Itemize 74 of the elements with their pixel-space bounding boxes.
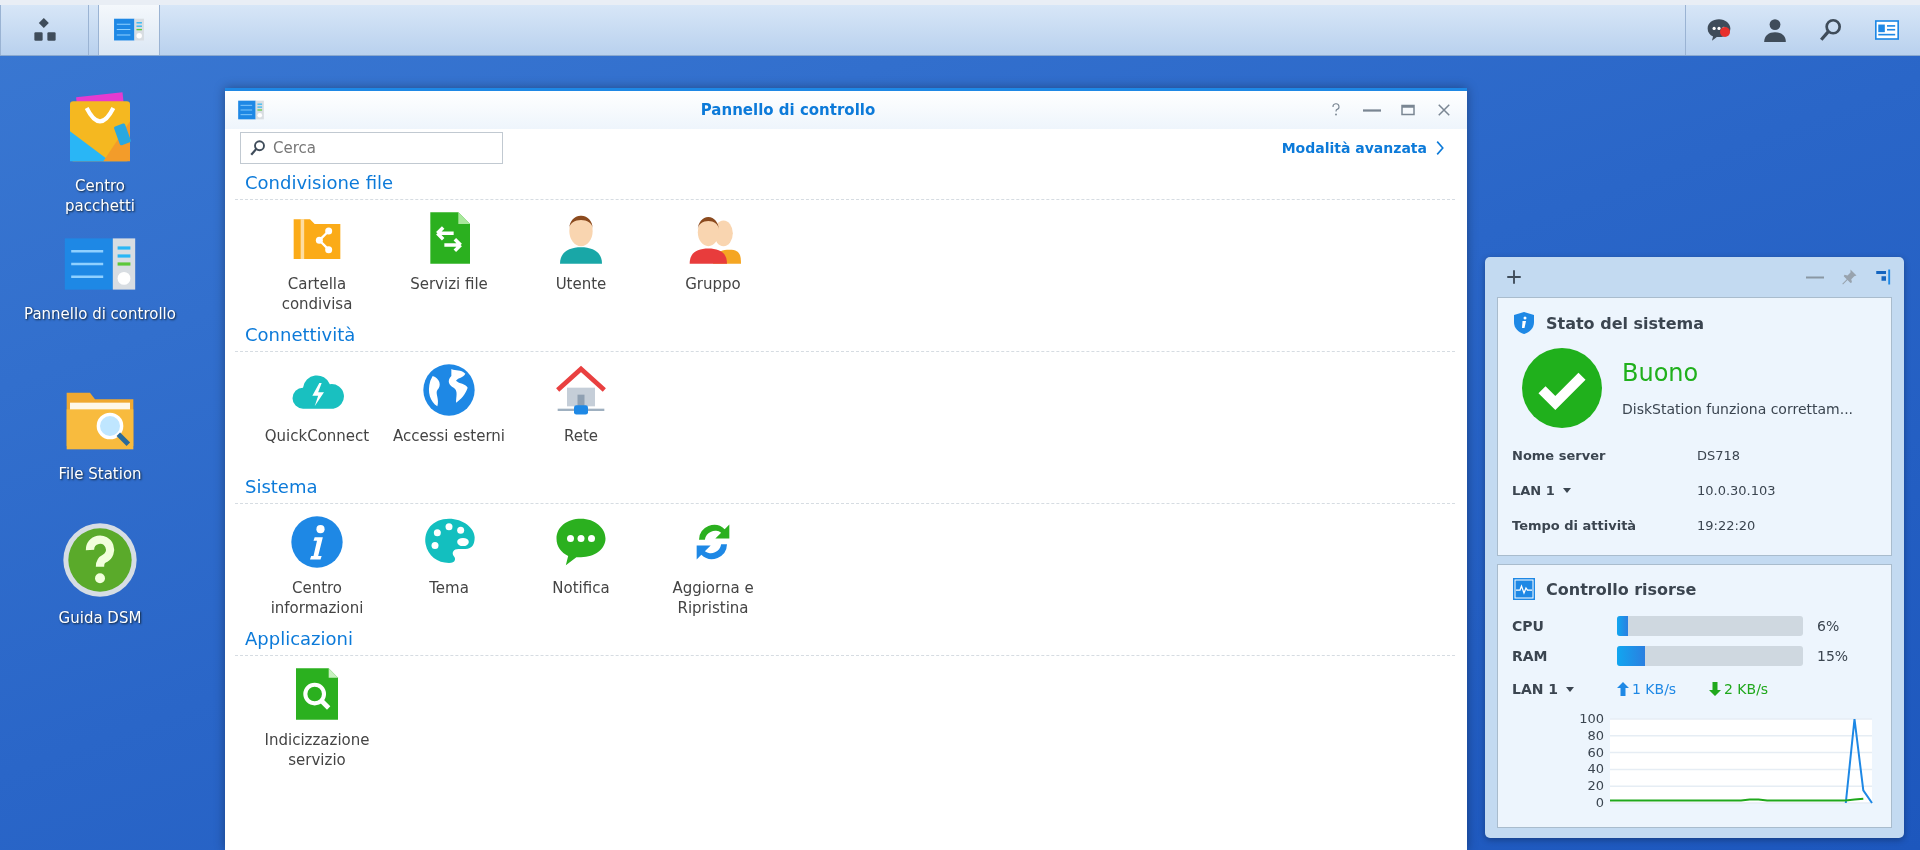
section-heading: Applicazioni	[235, 620, 1455, 656]
interface-dropdown[interactable]: LAN 1	[1512, 681, 1617, 697]
search-icon	[249, 139, 267, 157]
taskbar-app-button[interactable]	[98, 5, 160, 55]
info-icon	[289, 514, 345, 570]
section-heading: Condivisione file	[235, 164, 1455, 200]
desktop-shortcut[interactable]: Centro pacchetti	[0, 88, 200, 232]
health-status: Buono	[1622, 359, 1700, 387]
caret-down-icon	[1562, 488, 1571, 493]
info-label: Tempo di attività	[1512, 518, 1638, 533]
info-label: Nome server	[1512, 448, 1607, 463]
person-icon	[1762, 17, 1788, 43]
pin-icon	[1840, 268, 1858, 286]
desktop-shortcut[interactable]: Pannello di controllo	[0, 232, 200, 376]
search-icon	[1818, 17, 1844, 43]
id-card-icon	[1873, 18, 1901, 42]
advanced-mode-link[interactable]: Modalità avanzata	[1281, 140, 1445, 156]
desktop-shortcut[interactable]: Guida DSM	[0, 520, 200, 664]
pulse-monitor-icon	[1512, 577, 1536, 601]
minimize-button[interactable]	[1806, 275, 1824, 279]
control-panel-item[interactable]: Utente	[515, 210, 647, 316]
info-value: 19:22:20	[1697, 518, 1757, 533]
minimize-icon	[1363, 108, 1381, 112]
widget-title: Controllo risorse	[1546, 579, 1697, 599]
axis-label: 20	[1587, 778, 1604, 794]
widget-title: Stato del sistema	[1546, 313, 1705, 333]
info-value: DS718	[1697, 448, 1742, 463]
download-rate: 2 KB/s	[1724, 681, 1769, 697]
chevron-right-icon	[1435, 140, 1445, 156]
search-field[interactable]: Cerca	[240, 132, 503, 164]
plus-icon	[1505, 268, 1523, 286]
panel-layout-icon	[1874, 268, 1892, 286]
section-heading: Connettività	[235, 316, 1455, 352]
section-heading: Sistema	[235, 468, 1455, 504]
meter-label: RAM	[1512, 648, 1549, 664]
control-panel-item[interactable]: Cartella condivisa	[251, 210, 383, 316]
control-panel-item[interactable]: Rete	[515, 362, 647, 468]
question-mark-icon	[60, 520, 140, 600]
arrow-down-icon	[1709, 682, 1721, 696]
layout-button[interactable]	[1874, 268, 1892, 286]
globe-icon	[421, 362, 477, 418]
shield-info-icon	[1512, 310, 1536, 336]
meter-label: CPU	[1512, 618, 1545, 634]
checklist-panel-icon	[237, 98, 265, 122]
axis-label: 40	[1587, 761, 1604, 777]
arrow-up-icon	[1617, 682, 1629, 696]
desktop-shortcut[interactable]: File Station	[0, 376, 200, 520]
axis-label: 80	[1587, 727, 1604, 743]
control-panel-item[interactable]: Notifica	[515, 514, 647, 620]
axis-label: 0	[1595, 795, 1604, 810]
control-panel-item[interactable]: Gruppo	[647, 210, 779, 316]
main-menu-button[interactable]	[0, 5, 89, 55]
window-title: Pannello di controllo	[699, 101, 877, 119]
control-panel-item[interactable]: Indicizzazione servizio	[251, 666, 383, 772]
grid-shapes-icon	[31, 17, 58, 43]
meter-reading: 6%	[1816, 618, 1841, 634]
meter-reading: 15%	[1816, 648, 1850, 664]
caret-down-icon	[1566, 686, 1575, 692]
control-panel-item[interactable]: Centro informazioni	[251, 514, 383, 620]
add-widget-button[interactable]	[1505, 268, 1523, 286]
minus-icon	[1806, 275, 1824, 279]
control-panel-item[interactable]: Tema	[383, 514, 515, 620]
control-panel-item[interactable]: Accessi esterni	[383, 362, 515, 468]
axis-label: 60	[1587, 744, 1604, 760]
check-circle-icon	[1522, 348, 1602, 428]
control-panel-item[interactable]: QuickConnect	[251, 362, 383, 468]
info-value: 10.0.30.103	[1697, 483, 1777, 498]
close-icon	[1435, 101, 1453, 119]
health-message: DiskStation funziona correttam...	[1622, 401, 1854, 417]
interface-dropdown[interactable]: LAN 1	[1512, 483, 1697, 498]
control-panel-item[interactable]: Servizi file	[383, 210, 515, 316]
axis-label: 100	[1579, 711, 1604, 726]
upload-rate: 1 KB/s	[1632, 681, 1677, 697]
control-panel-item[interactable]: Aggiorna e Ripristina	[647, 514, 779, 620]
